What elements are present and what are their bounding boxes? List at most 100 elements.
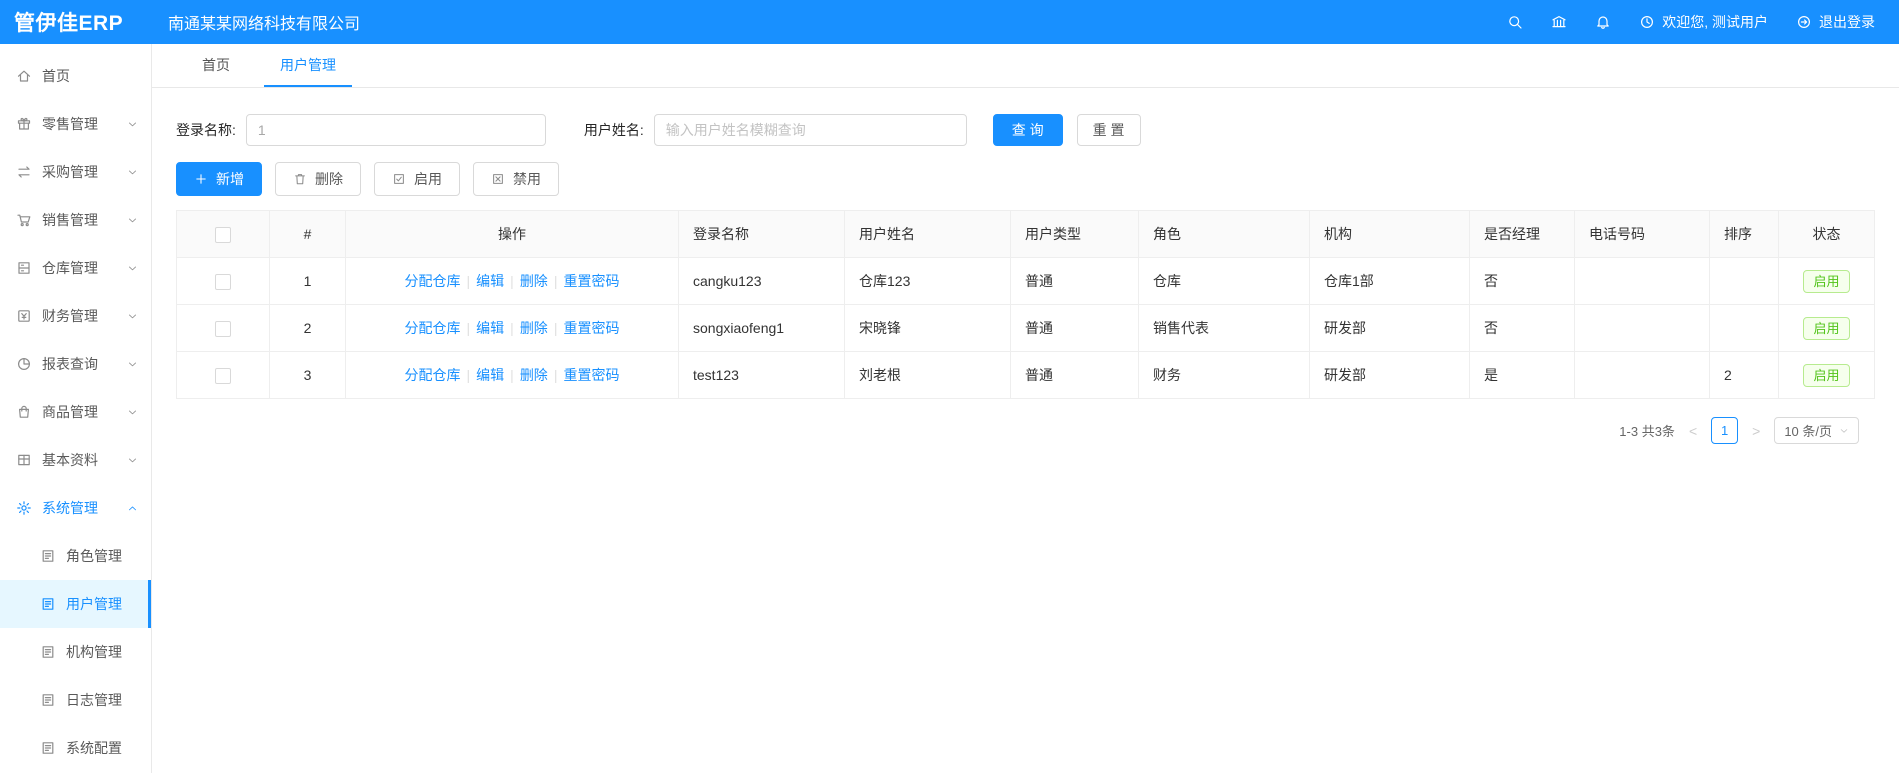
status-cell: 启用	[1778, 304, 1875, 352]
op-assign-warehouse-link[interactable]: 分配仓库	[405, 320, 461, 336]
row-actions-cell: 分配仓库 | 编辑 | 删除 | 重置密码	[345, 257, 679, 305]
sidebar-item[interactable]: 销售管理	[0, 196, 151, 244]
sidebar-item[interactable]: 采购管理	[0, 148, 151, 196]
chevron-down-icon	[127, 167, 138, 178]
role-cell: 仓库	[1138, 257, 1310, 305]
add-button[interactable]: 新增	[176, 162, 262, 196]
sidebar-subitem[interactable]: 日志管理	[0, 676, 151, 724]
op-delete-link[interactable]: 删除	[520, 273, 548, 289]
op-edit-link[interactable]: 编辑	[476, 367, 504, 383]
user-name-cell: 宋晓锋	[844, 304, 1011, 352]
select-all-checkbox[interactable]	[215, 226, 231, 243]
sidebar-item-label: 基本资料	[42, 452, 98, 468]
sidebar-item[interactable]: 基本资料	[0, 436, 151, 484]
sort-cell	[1709, 257, 1779, 305]
row-checkbox[interactable]	[215, 367, 231, 384]
sidebar-item-label: 机构管理	[66, 644, 122, 660]
sidebar: 首页零售管理采购管理销售管理 仓库管理 财务管理报表查询商品管理基本资料系统管理角色…	[0, 44, 152, 773]
user-name-cell: 刘老根	[844, 351, 1011, 399]
report-icon	[16, 356, 32, 372]
org-cell: 研发部	[1309, 351, 1470, 399]
bell-icon[interactable]	[1595, 14, 1611, 30]
sidebar-subitem[interactable]: 用户管理	[0, 580, 151, 628]
op-edit-link[interactable]: 编辑	[476, 320, 504, 336]
search-icon[interactable]	[1507, 14, 1523, 30]
status-cell: 启用	[1778, 351, 1875, 399]
enable-button[interactable]: 启用	[374, 162, 460, 196]
login-name-input[interactable]	[245, 114, 546, 146]
status-badge[interactable]: 启用	[1803, 269, 1850, 293]
doc-icon	[40, 596, 56, 612]
check-square-icon	[392, 172, 406, 186]
op-delete-link[interactable]: 删除	[520, 320, 548, 336]
sidebar-item-label: 角色管理	[66, 548, 122, 564]
sidebar-subitem[interactable]: 机构管理	[0, 628, 151, 676]
column-header: 机构	[1309, 210, 1470, 258]
login-name-cell: cangku123	[678, 257, 845, 305]
op-assign-warehouse-link[interactable]: 分配仓库	[405, 367, 461, 383]
query-button[interactable]: 查 询	[992, 114, 1063, 146]
row-checkbox[interactable]	[215, 320, 231, 337]
org-cell: 研发部	[1309, 304, 1470, 352]
next-page-button[interactable]: >	[1750, 423, 1762, 439]
role-cell: 销售代表	[1138, 304, 1310, 352]
op-delete-link[interactable]: 删除	[520, 367, 548, 383]
org-cell: 仓库1部	[1309, 257, 1470, 305]
pagination-total: 1-3 共3条	[1619, 424, 1675, 439]
op-divider: |	[510, 320, 514, 336]
chevron-down-icon	[127, 455, 138, 466]
sidebar-item-label: 采购管理	[42, 164, 98, 180]
page-number-button[interactable]: 1	[1711, 417, 1739, 444]
sidebar-item[interactable]: 仓库管理	[0, 244, 151, 292]
chevron-down-icon	[127, 119, 138, 130]
sort-cell: 2	[1709, 351, 1779, 399]
op-divider: |	[553, 367, 558, 383]
sidebar-item[interactable]: 报表查询	[0, 340, 151, 388]
delete-button[interactable]: 删除	[275, 162, 361, 196]
op-reset-password-link[interactable]: 重置密码	[563, 320, 619, 336]
sidebar-item-label: 报表查询	[42, 356, 98, 372]
sidebar-item[interactable]: 系统管理	[0, 484, 151, 532]
sidebar-item[interactable]: 商品管理	[0, 388, 151, 436]
user-type-cell: 普通	[1010, 257, 1139, 305]
login-name-cell: test123	[678, 351, 845, 399]
status-badge[interactable]: 启用	[1803, 316, 1850, 340]
op-edit-link[interactable]: 编辑	[476, 273, 504, 289]
op-reset-password-link[interactable]: 重置密码	[563, 367, 619, 383]
sidebar-item[interactable]: 零售管理	[0, 100, 151, 148]
logout-button[interactable]: 退出登录	[1796, 12, 1875, 32]
page-size-select[interactable]: 10 条/页	[1774, 417, 1859, 444]
x-square-icon	[491, 172, 505, 186]
op-divider: |	[510, 367, 514, 383]
logout-label: 退出登录	[1819, 14, 1875, 30]
user-table: # 操作 登录名称 用户姓名 用户类型 角色 机构 是否经理 电话号码 排序 状态 1 分配仓库 | 编辑…	[176, 210, 1875, 399]
op-divider: |	[553, 320, 558, 336]
row-checkbox[interactable]	[215, 273, 231, 290]
doc-icon	[40, 692, 56, 708]
chevron-down-icon	[127, 215, 138, 226]
table-row: 2 分配仓库 | 编辑 | 删除 | 重置密码 songxiaofeng1 宋晓锋 普通 销售代表 研发…	[176, 304, 1875, 352]
tab-user-management[interactable]: 用户管理	[264, 44, 352, 87]
prev-page-button[interactable]: <	[1687, 423, 1699, 439]
chevron-down-icon	[127, 407, 138, 418]
sidebar-item[interactable]: 财务管理	[0, 292, 151, 340]
op-assign-warehouse-link[interactable]: 分配仓库	[405, 273, 461, 289]
sidebar-item-label: 首页	[42, 68, 70, 84]
user-type-cell: 普通	[1010, 351, 1139, 399]
login-name-cell: songxiaofeng1	[678, 304, 845, 352]
row-index-cell: 2	[269, 304, 346, 352]
sidebar-item[interactable]: 首页	[0, 52, 151, 100]
status-badge[interactable]: 启用	[1803, 363, 1850, 387]
user-name-input[interactable]	[653, 114, 967, 146]
column-header: 电话号码	[1574, 210, 1710, 258]
sidebar-subitem[interactable]: 角色管理	[0, 532, 151, 580]
bank-icon[interactable]	[1551, 14, 1567, 30]
reset-button[interactable]: 重 置	[1076, 114, 1141, 146]
op-reset-password-link[interactable]: 重置密码	[563, 273, 619, 289]
welcome-user[interactable]: 欢迎您, 测试用户	[1639, 12, 1768, 32]
tab-home[interactable]: 首页	[186, 44, 246, 87]
op-divider: |	[466, 320, 471, 336]
sidebar-subitem[interactable]: 系统配置	[0, 724, 151, 772]
column-header: 用户类型	[1010, 210, 1139, 258]
disable-button[interactable]: 禁用	[473, 162, 559, 196]
